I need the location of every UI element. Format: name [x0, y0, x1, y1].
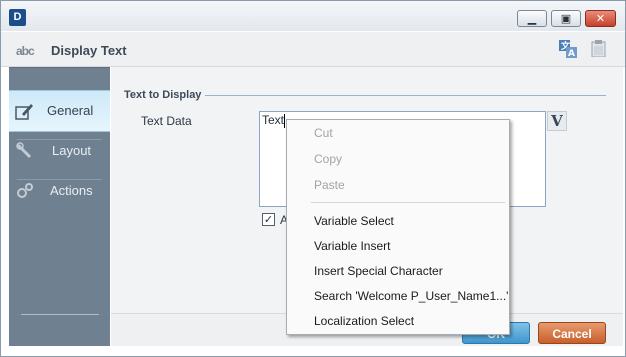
sidebar-divider	[21, 314, 99, 315]
sidebar-item-label: Actions	[50, 183, 93, 198]
page-title: Display Text	[51, 43, 127, 58]
sidebar-item-actions[interactable]: Actions	[9, 171, 110, 211]
menu-item-insert-special-character[interactable]: Insert Special Character	[314, 264, 443, 278]
close-icon: ✕	[595, 12, 606, 25]
menu-item-cut[interactable]: Cut	[314, 126, 333, 140]
menu-item-localization-select[interactable]: Localization Select	[314, 314, 414, 328]
svg-text:A: A	[568, 49, 575, 58]
menu-item-variable-insert[interactable]: Variable Insert	[314, 239, 390, 253]
minimize-icon: ▁	[527, 12, 537, 25]
maximize-button[interactable]: ▣	[551, 10, 581, 27]
menu-item-paste[interactable]: Paste	[314, 178, 345, 192]
sidebar-item-layout[interactable]: Layout	[9, 131, 110, 171]
menu-item-variable-select[interactable]: Variable Select	[314, 214, 394, 228]
section-title: Text to Display	[124, 89, 202, 101]
auto-checkbox[interactable]: ✓	[262, 213, 275, 226]
dialog-header: abc Display Text 文 A	[1, 32, 625, 67]
text-data-value: Text	[262, 113, 285, 127]
title-bar[interactable]: D ▁ ▣ ✕	[1, 1, 625, 31]
text-type-icon: abc	[16, 44, 35, 58]
context-menu: Cut Copy Paste Variable Select Variable …	[286, 119, 510, 335]
section-divider	[205, 95, 606, 96]
sidebar-item-label: General	[47, 103, 94, 118]
gears-icon	[17, 183, 33, 198]
text-caret	[284, 114, 285, 128]
menu-item-copy[interactable]: Copy	[314, 152, 342, 166]
variable-button[interactable]: V	[547, 111, 567, 131]
text-data-label: Text Data	[141, 114, 192, 128]
minimize-button[interactable]: ▁	[517, 10, 547, 27]
menu-separator	[311, 202, 505, 203]
maximize-icon: ▣	[560, 12, 572, 25]
sidebar: General Layout Actions	[9, 67, 110, 346]
app-logo: D	[9, 9, 26, 26]
sidebar-item-general[interactable]: General	[9, 90, 110, 132]
wrench-icon	[16, 142, 31, 158]
pencil-icon	[15, 104, 33, 120]
sidebar-item-label: Layout	[52, 143, 92, 158]
clipboard-icon[interactable]	[591, 40, 606, 57]
translate-icon[interactable]: 文 A	[559, 40, 577, 58]
menu-item-search[interactable]: Search 'Welcome P_User_Name1...'	[314, 289, 508, 303]
cancel-button[interactable]: Cancel	[538, 322, 606, 344]
close-button[interactable]: ✕	[585, 10, 616, 27]
dialog-window: D ▁ ▣ ✕ abc Display Text 文 A General Lay…	[0, 0, 626, 357]
